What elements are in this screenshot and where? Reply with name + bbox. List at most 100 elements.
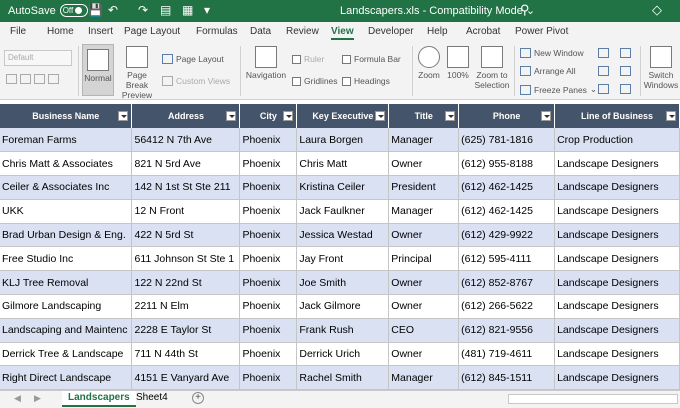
sheet-view-icons[interactable] <box>6 74 59 84</box>
formula-bar-checkbox[interactable]: Formula Bar <box>342 54 401 64</box>
undo-icon[interactable]: ↶ <box>108 3 118 17</box>
cell[interactable]: (612) 845-1511 <box>458 365 556 390</box>
filter-dropdown-icon[interactable] <box>226 111 237 121</box>
cell[interactable]: Landscape Designers <box>554 199 680 224</box>
cell[interactable]: Landscape Designers <box>554 318 680 343</box>
filter-dropdown-icon[interactable] <box>445 111 456 121</box>
cell[interactable]: Gilmore Landscaping <box>0 294 133 319</box>
cell[interactable]: Landscape Designers <box>554 294 680 319</box>
diamond-icon[interactable]: ◇ <box>652 2 662 18</box>
gridlines-checkbox[interactable]: Gridlines <box>292 76 338 86</box>
save-icon[interactable]: 💾 <box>88 3 103 17</box>
filter-dropdown-icon[interactable] <box>541 111 552 121</box>
cell[interactable]: Jessica Westad <box>296 223 390 248</box>
zoom-100-button[interactable]: 100% <box>444 46 472 80</box>
cell[interactable]: 142 N 1st St Ste 211 <box>131 175 241 200</box>
cell[interactable]: Chris Matt & Associates <box>0 151 133 177</box>
cell[interactable]: Landscape Designers <box>554 151 680 177</box>
sheet-view-dropdown[interactable]: Default <box>4 50 72 66</box>
filter-dropdown-icon[interactable] <box>118 111 129 121</box>
cell[interactable]: Joe Smith <box>296 270 390 296</box>
cell[interactable]: Jack Faulkner <box>296 199 390 224</box>
cell[interactable]: Phoenix <box>239 365 298 390</box>
cell[interactable]: Chris Matt <box>296 151 390 177</box>
cell[interactable]: Principal <box>388 246 460 272</box>
cell[interactable]: Landscape Designers <box>554 223 680 248</box>
redo-icon[interactable]: ↷ <box>138 3 148 17</box>
cell[interactable]: (612) 429-9922 <box>458 223 556 248</box>
cell[interactable]: Phoenix <box>239 151 298 177</box>
cell[interactable]: (612) 595-4111 <box>458 246 556 272</box>
tab-view[interactable]: View <box>331 26 354 40</box>
cell[interactable]: Phoenix <box>239 175 298 200</box>
unhide-button[interactable] <box>598 84 609 94</box>
cell[interactable]: Brad Urban Design & Eng. <box>0 223 133 248</box>
cell[interactable]: 12 N Front <box>131 199 241 224</box>
add-sheet-icon[interactable]: + <box>192 392 204 404</box>
hide-button[interactable] <box>598 66 609 76</box>
ruler-checkbox[interactable]: Ruler <box>292 54 324 64</box>
cell[interactable]: Landscaping and Maintenc <box>0 318 133 343</box>
cell[interactable]: (612) 821-9556 <box>458 318 556 343</box>
cell[interactable]: Phoenix <box>239 128 298 153</box>
form-icon[interactable]: ▤ <box>160 3 171 17</box>
tab-formulas[interactable]: Formulas <box>196 26 238 37</box>
sync-scroll-button[interactable] <box>620 66 631 76</box>
prev-sheet-icon[interactable]: ◀ <box>14 393 21 404</box>
column-header[interactable]: Business Name <box>0 104 133 128</box>
cell[interactable]: Manager <box>388 365 460 390</box>
headings-checkbox[interactable]: Headings <box>342 76 390 86</box>
new-window-button[interactable]: New Window <box>520 48 584 58</box>
next-sheet-icon[interactable]: ▶ <box>34 393 41 404</box>
cell[interactable]: 821 N 5rd Ave <box>131 151 241 177</box>
cell[interactable]: 711 N 44th St <box>131 342 241 367</box>
cell[interactable]: Landscape Designers <box>554 365 680 390</box>
cell[interactable]: (612) 462-1425 <box>458 199 556 224</box>
cell[interactable]: Jack Gilmore <box>296 294 390 319</box>
search-icon[interactable]: ⚲ <box>520 2 530 18</box>
cell[interactable]: Phoenix <box>239 294 298 319</box>
cell[interactable]: Landscape Designers <box>554 342 680 367</box>
cell[interactable]: President <box>388 175 460 200</box>
cell[interactable]: (481) 719-4611 <box>458 342 556 367</box>
cell[interactable]: UKK <box>0 199 133 224</box>
cell[interactable]: Rachel Smith <box>296 365 390 390</box>
filter-icon[interactable]: ▦ <box>182 3 193 17</box>
cell[interactable]: (612) 955-8188 <box>458 151 556 177</box>
cell[interactable]: Ceiler & Associates Inc <box>0 175 133 200</box>
freeze-panes-button[interactable]: Freeze Panes ⌄ <box>520 84 597 95</box>
cell[interactable]: Foreman Farms <box>0 128 133 153</box>
tab-file[interactable]: File <box>10 26 26 37</box>
tab-data[interactable]: Data <box>250 26 271 37</box>
cell[interactable]: 611 Johnson St Ste 1 <box>131 246 241 272</box>
tab-home[interactable]: Home <box>47 26 74 37</box>
tab-insert[interactable]: Insert <box>88 26 113 37</box>
split-button[interactable] <box>598 48 609 58</box>
cell[interactable]: Landscape Designers <box>554 270 680 296</box>
zoom-to-selection-button[interactable]: Zoom to Selection <box>472 46 512 90</box>
cell[interactable]: KLJ Tree Removal <box>0 270 133 296</box>
cell[interactable]: Frank Rush <box>296 318 390 343</box>
sheet-tab[interactable]: Sheet4 <box>130 391 174 407</box>
navigation-button[interactable]: Navigation <box>244 46 288 80</box>
autosave-toggle[interactable]: AutoSave Off <box>8 4 88 17</box>
column-header[interactable]: Title <box>388 104 460 128</box>
tab-page-layout[interactable]: Page Layout <box>124 26 180 37</box>
cell[interactable]: Jay Front <box>296 246 390 272</box>
cell[interactable]: (612) 852-8767 <box>458 270 556 296</box>
cell[interactable]: Crop Production <box>554 128 680 153</box>
filter-dropdown-icon[interactable] <box>666 111 676 121</box>
switch-windows-button[interactable]: Switch Windows <box>642 46 680 90</box>
cell[interactable]: Owner <box>388 270 460 296</box>
cell[interactable]: CEO <box>388 318 460 343</box>
cell[interactable]: Derrick Urich <box>296 342 390 367</box>
cell[interactable]: 2211 N Elm <box>131 294 241 319</box>
cell[interactable]: Phoenix <box>239 342 298 367</box>
cell[interactable]: (612) 462-1425 <box>458 175 556 200</box>
column-header[interactable]: Key Executive <box>296 104 390 128</box>
cell[interactable]: Owner <box>388 151 460 177</box>
customize-qat-icon[interactable]: ▾ <box>204 3 210 17</box>
cell[interactable]: 122 N 22nd St <box>131 270 241 296</box>
cell[interactable]: Kristina Ceiler <box>296 175 390 200</box>
tab-power-pivot[interactable]: Power Pivot <box>515 26 568 37</box>
